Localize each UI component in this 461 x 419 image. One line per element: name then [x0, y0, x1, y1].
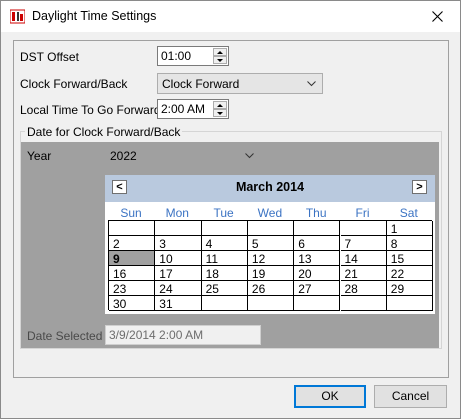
calendar-day[interactable]: 11 — [201, 251, 248, 266]
group-title: Date for Clock Forward/Back — [25, 125, 183, 139]
spin-up-button[interactable] — [213, 101, 227, 109]
calendar-day[interactable]: 3 — [155, 236, 202, 251]
calendar-empty-cell — [294, 221, 341, 236]
calendar-empty-cell — [201, 221, 248, 236]
local-time-spinner[interactable]: 2:00 AM — [157, 99, 229, 119]
calendar-day[interactable]: 5 — [247, 236, 295, 251]
calendar-day[interactable]: 18 — [201, 266, 248, 281]
calendar-day[interactable]: 15 — [386, 251, 434, 266]
calendar-day[interactable]: 8 — [386, 236, 434, 251]
arrow-down-icon — [217, 58, 223, 62]
date-selected-value: 3/9/2014 2:00 AM — [109, 328, 204, 342]
calendar-month-title: March 2014 — [235, 180, 305, 194]
calendar-empty-cell — [109, 221, 156, 236]
calendar-grid: 1 2 3 4 5 6 7 8 9 10 11 12 13 14 15 16 17 18 19 20 21 22 23 24 2… — [108, 220, 434, 311]
calendar-empty-cell — [340, 296, 387, 311]
spin-up-button[interactable] — [213, 48, 227, 56]
local-time-value: 2:00 AM — [161, 102, 206, 116]
calendar-day[interactable]: 28 — [340, 281, 387, 296]
window-title: Daylight Time Settings — [32, 9, 157, 23]
date-selected-label: Date Selected — [27, 329, 103, 343]
calendar-empty-cell — [247, 221, 295, 236]
weekday-header: Thu — [305, 206, 327, 220]
calendar-header: < March 2014 > — [105, 175, 435, 202]
calendar-day[interactable]: 12 — [247, 251, 295, 266]
calendar-day[interactable]: 2 — [109, 236, 156, 251]
calendar-day[interactable]: 9 — [109, 251, 156, 266]
calendar-day[interactable]: 26 — [247, 281, 295, 296]
calendar-day[interactable]: 10 — [155, 251, 202, 266]
calendar-empty-cell — [340, 221, 387, 236]
calendar-empty-cell — [294, 296, 341, 311]
calendar-day[interactable]: 30 — [109, 296, 156, 311]
dst-offset-label: DST Offset — [20, 50, 79, 64]
calendar-empty-cell — [155, 221, 202, 236]
spin-down-button[interactable] — [213, 56, 227, 64]
app-icon — [10, 9, 25, 24]
weekday-header: Fri — [355, 206, 370, 220]
next-month-button[interactable]: > — [412, 180, 427, 194]
calendar-day[interactable]: 25 — [201, 281, 248, 296]
spin-down-button[interactable] — [213, 109, 227, 117]
title-bar: Daylight Time Settings — [1, 1, 460, 32]
calendar-day[interactable]: 29 — [386, 281, 434, 296]
year-dropdown[interactable]: 2022 — [105, 145, 261, 166]
calendar-day[interactable]: 7 — [340, 236, 387, 251]
calendar-day[interactable]: 22 — [386, 266, 434, 281]
calendar-day[interactable]: 21 — [340, 266, 387, 281]
chevron-down-icon — [245, 153, 254, 159]
calendar-day[interactable]: 24 — [155, 281, 202, 296]
weekday-header: Mon — [165, 206, 189, 220]
cancel-button[interactable]: Cancel — [374, 385, 447, 408]
calendar-day[interactable]: 14 — [340, 251, 387, 266]
calendar-day[interactable]: 23 — [109, 281, 156, 296]
year-label: Year — [27, 149, 52, 163]
clock-direction-value: Clock Forward — [162, 77, 240, 91]
dialog-window: Daylight Time Settings DST Offset 01:00 … — [0, 0, 461, 419]
weekday-header: Sat — [399, 206, 418, 220]
calendar-day[interactable]: 17 — [155, 266, 202, 281]
calendar-day[interactable]: 19 — [247, 266, 295, 281]
close-icon — [431, 11, 443, 22]
calendar-day[interactable]: 4 — [201, 236, 248, 251]
dst-offset-value: 01:00 — [161, 49, 192, 63]
weekday-header: Wed — [257, 206, 283, 220]
chevron-right-icon: > — [416, 180, 423, 193]
date-selected-field[interactable]: 3/9/2014 2:00 AM — [105, 325, 261, 345]
arrow-down-icon — [217, 111, 223, 115]
ok-button[interactable]: OK — [294, 385, 366, 408]
calendar-day[interactable]: 27 — [294, 281, 341, 296]
weekday-header: Sun — [120, 206, 142, 220]
calendar-day[interactable]: 16 — [109, 266, 156, 281]
chevron-down-icon — [307, 81, 316, 87]
clock-direction-dropdown[interactable]: Clock Forward — [157, 73, 323, 94]
calendar-day[interactable]: 20 — [294, 266, 341, 281]
dst-offset-spinner[interactable]: 01:00 — [157, 46, 229, 66]
local-time-label: Local Time To Go Forward — [20, 103, 161, 117]
month-calendar: < March 2014 > Sun Mon Tue Wed Thu Fri Sat 123… — [105, 175, 435, 314]
calendar-empty-cell — [201, 296, 248, 311]
calendar-day[interactable]: 6 — [294, 236, 341, 251]
year-value: 2022 — [110, 149, 137, 163]
clock-direction-label: Clock Forward/Back — [20, 77, 128, 91]
arrow-up-icon — [217, 103, 223, 107]
calendar-empty-cell — [386, 296, 434, 311]
close-button[interactable] — [414, 1, 460, 32]
arrow-up-icon — [217, 50, 223, 54]
calendar-day[interactable]: 1 — [386, 221, 434, 236]
calendar-empty-cell — [247, 296, 295, 311]
calendar-day[interactable]: 31 — [155, 296, 202, 311]
weekday-header: Tue — [213, 206, 234, 220]
calendar-day[interactable]: 13 — [294, 251, 341, 266]
